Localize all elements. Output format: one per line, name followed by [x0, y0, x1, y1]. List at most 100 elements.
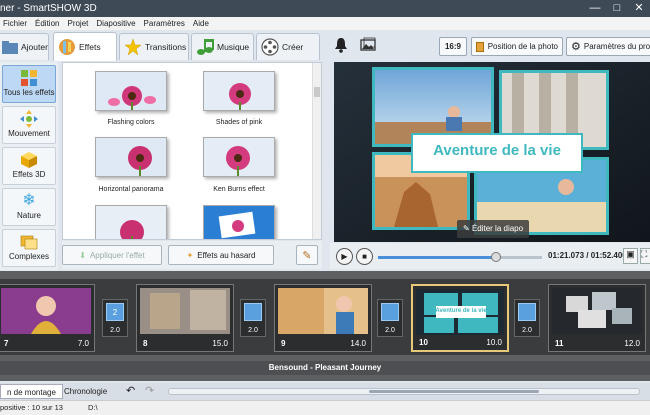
edit-slide-label: Éditer la diapo: [471, 224, 524, 233]
transition-badge: 2: [106, 303, 124, 321]
effect-label: Flashing colors: [107, 119, 155, 126]
transition-duration: 2.0: [248, 327, 258, 334]
tab-transitions-label: Transitions: [145, 42, 187, 52]
tab-music[interactable]: Musique: [191, 33, 254, 60]
effects-actions: ⬇ Appliquer l'effet ✦ Effets au hasard ✎: [62, 241, 322, 269]
transition-9[interactable]: 2.0: [377, 299, 403, 337]
edit-slide-button[interactable]: ✎ Éditer la diapo: [457, 220, 530, 238]
menu-settings[interactable]: Paramètres: [144, 17, 185, 30]
slide-number: 8: [143, 339, 148, 348]
slide-9[interactable]: 9 14.0: [274, 284, 372, 352]
menu-slide[interactable]: Diapositive: [96, 17, 135, 30]
random-effects-button[interactable]: ✦ Effets au hasard: [168, 245, 274, 265]
star-icon: [124, 38, 142, 56]
category-nature-label: Nature: [16, 211, 41, 220]
aspect-ratio-button[interactable]: 16:9: [439, 37, 467, 56]
timeline-scrollbar[interactable]: [168, 388, 640, 395]
scrollbar-thumb[interactable]: [314, 87, 320, 97]
tab-transitions[interactable]: Transitions: [119, 33, 189, 60]
tab-effects-label: Effets: [79, 42, 101, 52]
transition-10[interactable]: 2.0: [514, 299, 540, 337]
slide-11[interactable]: 11 12.0: [548, 284, 646, 352]
transition-8[interactable]: 2.0: [240, 299, 266, 337]
effect-thumb-6[interactable]: [203, 205, 275, 239]
category-movement-label: Mouvement: [8, 129, 50, 138]
slide-10-thumbnail: Aventure de la vie: [416, 289, 504, 335]
seek-bar[interactable]: [378, 252, 542, 262]
slide-number: 7: [4, 339, 9, 348]
transition-badge: [244, 303, 262, 321]
magic-wand-icon: ✦: [186, 250, 194, 260]
music-track[interactable]: Bensound - Pleasant Journey: [0, 361, 650, 375]
minimize-button[interactable]: —: [584, 0, 606, 17]
timeline-scroll-thumb[interactable]: [369, 390, 539, 393]
category-complex[interactable]: Complexes: [2, 229, 56, 267]
slide-7[interactable]: 7 7.0: [0, 284, 95, 352]
aspect-ratio-label: 16:9: [444, 42, 461, 51]
slide-duration: 12.0: [624, 339, 640, 348]
slide-9-thumbnail: [278, 288, 368, 334]
seek-progress: [378, 256, 497, 259]
effects-categories: Tous les effets Mouvement Effets 3D ❄ Na…: [0, 62, 58, 270]
category-3d-effects-label: Effets 3D: [12, 170, 46, 179]
status-bar: positive : 10 sur 13 D:\: [0, 400, 650, 415]
seek-handle[interactable]: [491, 252, 502, 262]
clear-effects-button[interactable]: ✎: [296, 245, 318, 265]
camera-icon: ▣: [626, 249, 635, 259]
close-button[interactable]: ✕: [628, 0, 650, 17]
image-icon[interactable]: [360, 37, 376, 53]
slide-10[interactable]: Aventure de la vie 10 10.0: [411, 284, 509, 352]
photo-position-label: Position de la photo: [487, 42, 558, 51]
window-title: ner - SmartSHOW 3D: [0, 3, 97, 14]
undo-icon[interactable]: ↶: [126, 384, 135, 397]
effects-scrollbar[interactable]: [312, 63, 321, 239]
transition-duration: 2.0: [110, 327, 120, 334]
menu-file[interactable]: Fichier: [3, 17, 27, 30]
tab-create[interactable]: Créer: [256, 33, 320, 60]
category-nature[interactable]: ❄ Nature: [2, 188, 56, 226]
redo-icon[interactable]: ↷: [145, 384, 154, 397]
category-all-effects[interactable]: Tous les effets: [2, 65, 56, 103]
preview-title: Aventure de la vie: [433, 142, 561, 159]
stop-button[interactable]: ■: [356, 248, 373, 265]
menu-project[interactable]: Projet: [67, 17, 88, 30]
slide-preview: Aventure de la vie ✎ Éditer la diapo: [334, 62, 650, 242]
transition-7[interactable]: 2 2.0: [102, 299, 128, 337]
tab-add[interactable]: Ajouter: [0, 33, 49, 60]
transition-badge: [381, 303, 399, 321]
effect-thumb-5[interactable]: [95, 205, 167, 239]
complex-icon: [20, 233, 38, 251]
film-reel-icon: [261, 38, 279, 56]
bell-icon[interactable]: [334, 37, 348, 55]
random-effects-label: Effets au hasard: [197, 250, 256, 260]
menu-help[interactable]: Aide: [193, 17, 209, 30]
effect-thumb-shades-of-pink[interactable]: [203, 71, 275, 111]
slide-8[interactable]: 8 15.0: [136, 284, 234, 352]
category-movement[interactable]: Mouvement: [2, 106, 56, 144]
play-button[interactable]: ▶: [336, 248, 353, 265]
effect-thumb-flashing-colors[interactable]: [95, 71, 167, 111]
category-3d-effects[interactable]: Effets 3D: [2, 147, 56, 185]
effect-thumb-horizontal-panorama[interactable]: [95, 137, 167, 177]
photo-position-button[interactable]: Position de la photo: [471, 37, 563, 56]
tab-storyboard[interactable]: n de montage: [0, 384, 63, 399]
fullscreen-icon: ⛶: [641, 249, 648, 259]
menu-edit[interactable]: Édition: [35, 17, 59, 30]
tab-timeline[interactable]: Chronologie: [58, 384, 113, 399]
apply-effect-button[interactable]: ⬇ Appliquer l'effet: [62, 245, 162, 265]
snapshot-button[interactable]: ▣: [623, 248, 638, 264]
effect-label: Horizontal panorama: [98, 186, 164, 193]
slide-duration: 10.0: [486, 338, 502, 347]
transition-badge: [518, 303, 536, 321]
maximize-button[interactable]: □: [606, 0, 628, 17]
effect-thumb-ken-burns[interactable]: [203, 137, 275, 177]
broom-icon: ✎: [302, 249, 312, 262]
folder-icon: [2, 38, 18, 56]
slide-8-thumbnail: [140, 288, 230, 334]
move-icon: [20, 110, 38, 128]
project-settings-button[interactable]: ⚙ Paramètres du pro: [566, 37, 650, 56]
fullscreen-button[interactable]: ⛶: [640, 248, 650, 264]
category-all-effects-label: Tous les effets: [3, 88, 55, 97]
tab-add-label: Ajouter: [21, 42, 48, 52]
tab-effects[interactable]: Effets: [53, 32, 117, 61]
